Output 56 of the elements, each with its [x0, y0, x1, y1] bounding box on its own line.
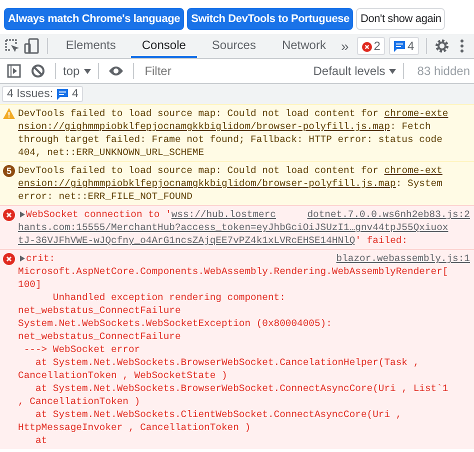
caret-icon: [389, 68, 396, 74]
message-text: crit:: [26, 252, 56, 265]
message-text: 100]: [18, 278, 42, 291]
infobar-button[interactable]: Switch DevTools to Portuguese: [187, 8, 354, 30]
message-text: DevTools failed to load source map: Could not load content for: [18, 164, 380, 177]
message-text: : Fetch: [390, 120, 431, 133]
url-link[interactable]: nsion://gighmmpiobklfepjocnamgkkbiglidom/browser-polyfill.js.map: [18, 120, 390, 133]
message-text: HttpMessageInvoker , CancellationToken ): [18, 421, 251, 434]
url-link[interactable]: tJ-36VJFhVWE-wJQcfny_o4ArG1ncsZAjqEE7vPZ4k1xLVRcEHSE14HNlQ: [18, 234, 356, 247]
message-text: through target failed: Frame not found; Fallback: HTTP error: status code: [18, 133, 442, 146]
infobar-button[interactable]: Don't show again: [356, 8, 446, 30]
infobar-button[interactable]: Always match Chrome's language: [4, 8, 184, 30]
message-text: at System.Net.WebSockets.ClientWebSocket.ConnectAsyncCore(Uri ,: [34, 408, 402, 421]
error-count-button[interactable]: 2: [356, 37, 386, 55]
message-count-button[interactable]: 4: [389, 37, 420, 55]
error-count-icon: [362, 42, 372, 52]
message-text: Microsoft.AspNetCore.Components.WebAssembly.Rendering.WebAssemblyRenderer[: [18, 265, 448, 278]
url-link[interactable]: chrome-ext: [384, 164, 442, 177]
more-tabs-button[interactable]: »: [340, 38, 349, 54]
error-icon: [3, 209, 15, 221]
issues-button[interactable]: 4 Issues: 4: [2, 86, 84, 102]
message-text: ---> WebSocket error: [22, 343, 140, 356]
message-icon: [57, 88, 68, 100]
url-link[interactable]: hants.com:15555/MerchantHub?access_token=eyJhbGciOiJSUzI1…gnv44tpJ55Qxiuox: [18, 221, 448, 234]
panel-tab[interactable]: Sources: [200, 34, 267, 58]
url-link[interactable]: wss://hub.lostmerc: [171, 208, 276, 221]
message-text: at: [34, 434, 48, 447]
message-text: at System.Net.WebSockets.BrowserWebSocket.CancelationHelper(Task ,: [34, 356, 420, 369]
url-link[interactable]: ension://gighmmpiobklfepjocnamgkkbiglidom/browser-polyfill.js.map: [18, 177, 396, 190]
message-text: net_webstatus_ConnectFailure: [18, 304, 181, 317]
message-text: ' failed:: [355, 234, 408, 247]
device-icon[interactable]: [24, 36, 40, 56]
warning-icon: [3, 108, 15, 119]
message-text: WebSocket connection to ': [26, 208, 172, 221]
message-text: net_webstatus_ConnectFailure: [18, 330, 181, 343]
source-link[interactable]: blazor.webassembly.js:1: [336, 252, 470, 265]
log-levels-dropdown[interactable]: Default levels: [313, 64, 386, 78]
repeat-count: 5: [3, 165, 15, 177]
message-text: 404, net::ERR_UNKNOWN_URL_SCHEME: [18, 146, 204, 159]
message-text: Unhandled exception rendering component:: [52, 291, 286, 304]
message-icon: [394, 40, 406, 52]
panel-tab[interactable]: Elements: [54, 34, 127, 58]
context-select[interactable]: top: [63, 64, 80, 78]
panel-tab[interactable]: Network: [270, 34, 337, 58]
error-icon: [3, 253, 15, 265]
message-text: CancellationToken , WebSocketState ): [18, 369, 228, 382]
message-text: : System: [396, 177, 442, 190]
url-link[interactable]: chrome-exte: [384, 107, 448, 120]
message-text: , CancellationToken ): [18, 395, 140, 408]
message-text: DevTools failed to load source map: Could not load content for: [18, 107, 380, 120]
message-text: at System.Net.WebSockets.BrowserWebSocket.ConnectAsyncCore(Uri , List`1: [34, 382, 448, 395]
source-link[interactable]: dotnet.7.0.0.ws6nh2eb83.js:2: [307, 208, 470, 221]
caret-icon: [84, 68, 91, 74]
hidden-count: 83 hidden: [417, 64, 470, 78]
message-text: System.Net.WebSockets.WebSocketException (0x80004005):: [18, 317, 332, 330]
message-text: error: net::ERR_FILE_NOT_FOUND: [18, 190, 192, 203]
